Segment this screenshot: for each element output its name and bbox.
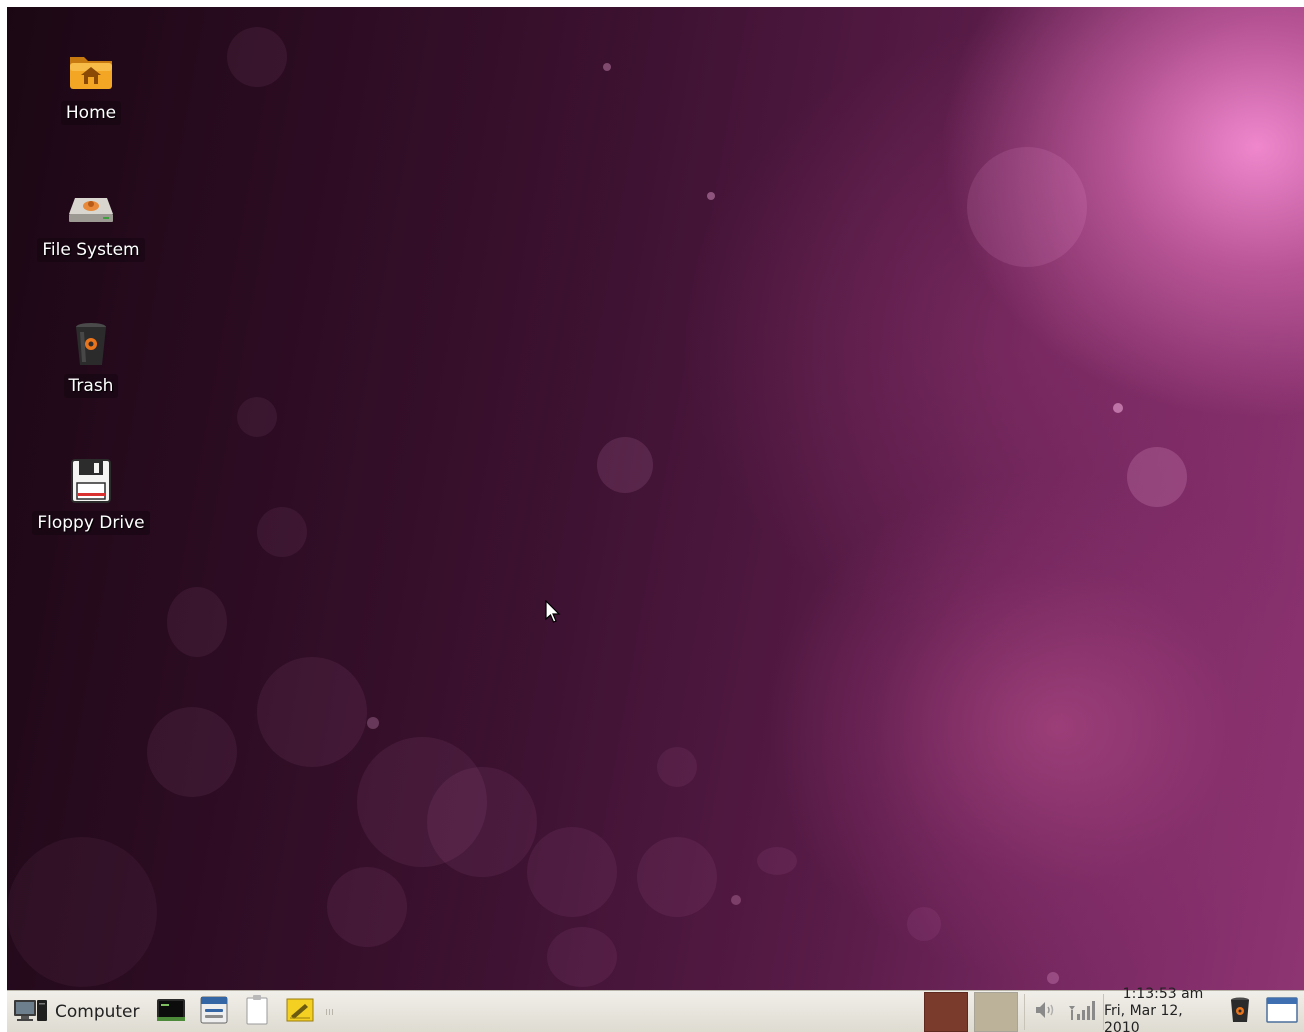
panel-left: Computer [11, 991, 334, 1032]
desktop-icon-file-system[interactable]: File System [31, 184, 151, 262]
trash-applet[interactable] [1222, 994, 1258, 1030]
desktop[interactable]: Home File System Trash Floppy Drive [7, 7, 1304, 990]
show-desktop-icon [1266, 996, 1298, 1028]
computer-menu-label: Computer [55, 1001, 140, 1022]
terminal-launcher[interactable] [153, 994, 189, 1030]
workspace-2[interactable] [974, 991, 1018, 1032]
mouse-cursor-icon [545, 599, 561, 628]
desktop-icon-home[interactable]: Home [31, 47, 151, 125]
notes-launcher[interactable] [282, 994, 318, 1030]
home-folder-icon [67, 47, 115, 95]
hard-drive-icon [67, 184, 115, 232]
trash-icon [67, 320, 115, 368]
screen: Home File System Trash Floppy Drive Comp… [7, 7, 1304, 1032]
desktop-icon-label: File System [37, 238, 145, 262]
bottom-panel: Computer 1:13:53 am Fri, Mar 12, 2010 [7, 986, 1304, 1032]
panel-drag-handle[interactable] [325, 1007, 334, 1017]
file-manager-icon [199, 995, 229, 1029]
clock[interactable]: 1:13:53 am Fri, Mar 12, 2010 [1104, 986, 1222, 1032]
clock-date: Fri, Mar 12, 2010 [1104, 1003, 1183, 1032]
show-desktop-button[interactable] [1264, 994, 1300, 1030]
file-manager-launcher[interactable] [196, 994, 232, 1030]
terminal-icon [156, 997, 186, 1027]
trash-applet-icon [1228, 996, 1252, 1028]
computer-icon [13, 996, 49, 1028]
desktop-icon-floppy-drive[interactable]: Floppy Drive [31, 457, 151, 535]
text-editor-launcher[interactable] [239, 994, 275, 1030]
system-tray [1024, 993, 1104, 1030]
desktop-icon-label: Floppy Drive [32, 511, 150, 535]
desktop-icon-label: Trash [63, 374, 119, 398]
clock-time: 1:13:53 am [1122, 986, 1204, 1002]
floppy-disk-icon [67, 457, 115, 505]
network-signal-icon[interactable] [1065, 998, 1095, 1026]
panel-right: 1:13:53 am Fri, Mar 12, 2010 [924, 986, 1304, 1032]
text-editor-icon [244, 994, 270, 1030]
workspace-1[interactable] [924, 991, 968, 1032]
desktop-icon-label: Home [60, 101, 122, 125]
desktop-icon-trash[interactable]: Trash [31, 320, 151, 398]
volume-icon[interactable] [1033, 999, 1057, 1025]
computer-menu-button[interactable]: Computer [11, 994, 146, 1030]
notes-icon [285, 996, 315, 1028]
